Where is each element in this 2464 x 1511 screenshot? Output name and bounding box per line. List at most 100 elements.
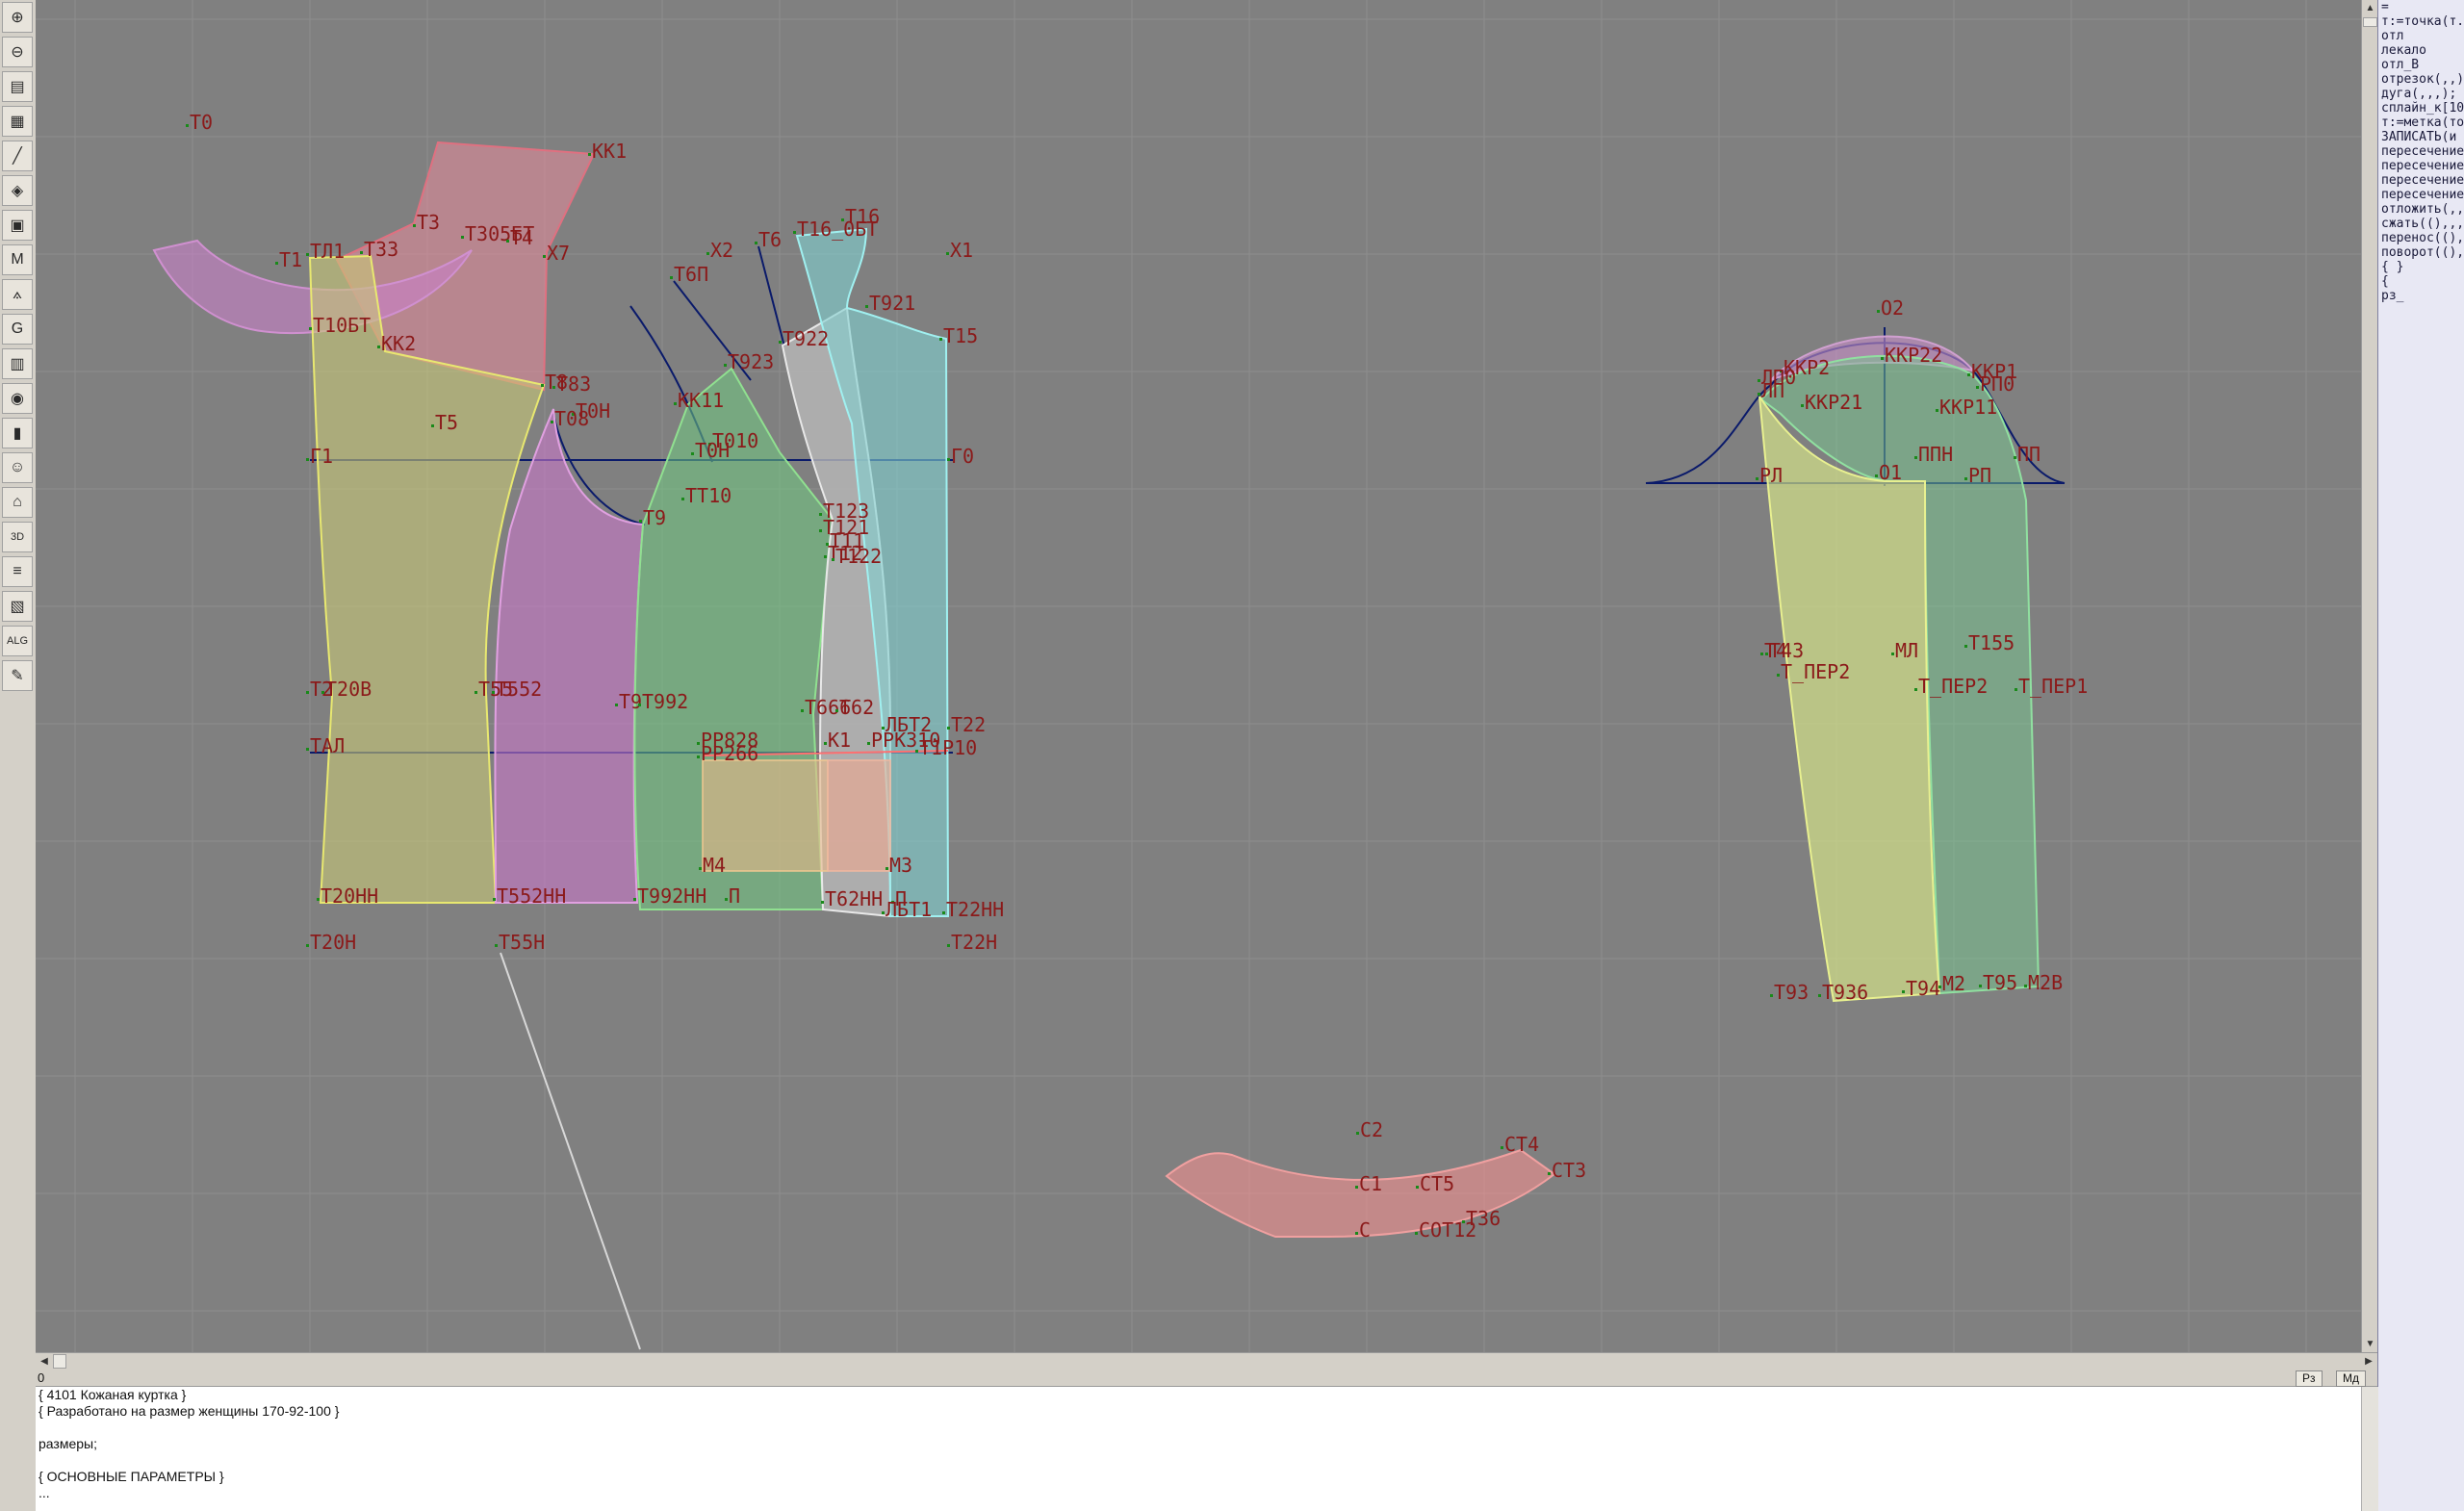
command-item[interactable]: отложить(,,) — [2378, 202, 2464, 217]
command-item[interactable]: сжать((),,,1.1 — [2378, 217, 2464, 231]
editor-line[interactable]: размеры; — [36, 1436, 2361, 1452]
point-label[interactable]: РП — [1968, 464, 1991, 487]
point-label[interactable]: Т9 — [619, 690, 642, 713]
algorithm-icon[interactable]: ALG — [2, 626, 33, 656]
point-label[interactable]: Т4 — [1764, 639, 1787, 662]
point-label[interactable]: М2В — [2028, 971, 2063, 994]
point-label[interactable]: Х2 — [710, 239, 733, 262]
camera-icon[interactable]: ◉ — [2, 383, 33, 414]
point-label[interactable]: ТЛ1 — [310, 240, 345, 263]
editor-line[interactable]: { ОСНОВНЫЕ ПАРАМЕТРЫ } — [36, 1469, 2361, 1485]
command-item[interactable]: дуга(,,,); — [2378, 87, 2464, 101]
point-label[interactable]: Т9 — [643, 506, 666, 529]
point-label[interactable]: Т36 — [1466, 1207, 1501, 1230]
point-label[interactable]: ЛБТ1 — [886, 898, 932, 921]
command-item[interactable]: отл_В — [2378, 58, 2464, 72]
line-tool-icon[interactable]: ╱ — [2, 141, 33, 171]
layers-icon[interactable]: ▧ — [2, 591, 33, 622]
point-label[interactable]: КК2 — [381, 332, 416, 355]
point-label[interactable]: Т16_0БТ — [797, 218, 878, 241]
point-label[interactable]: ТТ10 — [685, 484, 732, 507]
drawing-canvas[interactable]: Т0 КК1 Т3 Т305БТ Т4 Х7 Т1 ТЛ1 Т33 Х2 Т6 Т16 Т16_0БТ Х… — [36, 0, 2361, 1352]
pocket-flap-piece[interactable] — [827, 759, 891, 872]
point-label[interactable]: Т552НН — [497, 884, 566, 908]
editor-line[interactable]: { 4101 Кожаная куртка } — [36, 1387, 2361, 1403]
point-label[interactable]: Х7 — [547, 242, 570, 265]
command-item[interactable]: пересечение — [2378, 144, 2464, 159]
point-label[interactable]: ТАЛ — [310, 734, 345, 757]
compass-icon[interactable]: ⟑ — [2, 279, 33, 310]
model-face-icon[interactable]: ☺ — [2, 452, 33, 483]
point-label[interactable]: Г0 — [951, 445, 974, 468]
point-label[interactable]: РР266 — [701, 742, 758, 765]
editor-line[interactable] — [36, 1420, 2361, 1436]
point-label[interactable]: Т_ПЕР1 — [2018, 675, 2088, 698]
point-label[interactable]: ППН — [1918, 443, 1953, 466]
mannequin-icon[interactable]: ⌂ — [2, 487, 33, 518]
point-label[interactable]: Т10БТ — [313, 314, 371, 337]
point-label[interactable]: Т155 — [1968, 631, 2015, 654]
point-label[interactable]: Т20НН — [321, 884, 378, 908]
point-label[interactable]: С — [1359, 1218, 1371, 1242]
grid-icon[interactable]: ▦ — [2, 106, 33, 137]
editor-line[interactable] — [36, 1452, 2361, 1469]
point-label[interactable]: Т992 — [642, 690, 688, 713]
point-label[interactable]: С2 — [1360, 1118, 1383, 1141]
point-label[interactable]: Т_ПЕР2 — [1781, 660, 1850, 683]
point-label[interactable]: Т0Н — [695, 439, 730, 462]
editor-line[interactable]: ... — [36, 1485, 2361, 1501]
editor-line[interactable]: { Разработано на размер женщины 170-92-1… — [36, 1403, 2361, 1420]
point-label[interactable]: Т552 — [496, 678, 542, 701]
point-label[interactable]: Т22НН — [946, 898, 1004, 921]
command-item[interactable]: поворот((),,, — [2378, 245, 2464, 260]
command-item[interactable]: т:=метка(точ — [2378, 115, 2464, 130]
horizontal-scroll-thumb[interactable] — [53, 1354, 66, 1369]
point-label[interactable]: ККР22 — [1885, 344, 1942, 367]
script-editor[interactable]: { 4101 Кожаная куртка }{ Разработано на … — [36, 1387, 2361, 1511]
point-label[interactable]: СТ3 — [1552, 1159, 1586, 1182]
point-label[interactable]: Т_ПЕР2 — [1918, 675, 1988, 698]
point-label[interactable]: Т6 — [758, 228, 782, 251]
point-label[interactable]: КК1 — [592, 140, 627, 163]
point-label[interactable]: С1 — [1359, 1172, 1382, 1195]
command-item[interactable]: рз_ — [2378, 289, 2464, 303]
command-item[interactable]: лекало — [2378, 43, 2464, 58]
scroll-left-icon[interactable]: ◀ — [36, 1353, 53, 1370]
point-label[interactable]: М4 — [703, 854, 726, 877]
point-label[interactable]: Т20В — [325, 678, 372, 701]
command-palette-panel[interactable]: =т:=точка(т.х;отллекалоотл_Вотрезок(,,);… — [2377, 0, 2464, 1511]
grade-icon[interactable]: G — [2, 314, 33, 345]
point-label[interactable]: МЛ — [1895, 639, 1918, 662]
point-label[interactable]: Т33 — [364, 238, 398, 261]
calculator-icon[interactable]: ▥ — [2, 348, 33, 379]
command-item[interactable]: { — [2378, 274, 2464, 289]
point-label[interactable]: Т936 — [1822, 981, 1868, 1004]
pattern-piece-icon[interactable]: ▤ — [2, 71, 33, 102]
command-item[interactable]: т:=точка(т.х; — [2378, 14, 2464, 29]
sleeve-front-piece[interactable] — [1758, 396, 1941, 1003]
command-item[interactable]: { } — [2378, 260, 2464, 274]
point-label[interactable]: Т22 — [951, 713, 986, 736]
point-label[interactable]: Г1 — [310, 445, 333, 468]
command-item[interactable]: ЗАПИСАТЬ(и — [2378, 130, 2464, 144]
command-item[interactable]: перенос((),от — [2378, 231, 2464, 245]
side-back-piece[interactable] — [494, 408, 645, 904]
command-item[interactable]: отл — [2378, 29, 2464, 43]
size-button[interactable]: Рз — [2296, 1370, 2323, 1387]
zoom-in-icon[interactable]: ⊕ — [2, 2, 33, 33]
zoom-out-icon[interactable]: ⊖ — [2, 37, 33, 67]
point-label[interactable]: Т992НН — [637, 884, 706, 908]
point-label[interactable]: СТ4 — [1504, 1133, 1539, 1156]
point-label[interactable]: М2 — [1942, 972, 1965, 995]
point-label[interactable]: Т22Н — [951, 931, 997, 954]
command-item[interactable]: отрезок(,,); — [2378, 72, 2464, 87]
point-label[interactable]: Т5 — [435, 411, 458, 434]
point-label[interactable]: Т921 — [869, 292, 915, 315]
point-label[interactable]: ККР21 — [1805, 391, 1862, 414]
point-label[interactable]: КК11 — [678, 389, 724, 412]
model-button[interactable]: Мд — [2336, 1370, 2366, 1387]
point-label[interactable]: РП0 — [1980, 372, 2015, 396]
point-label[interactable]: М3 — [889, 854, 912, 877]
point-label[interactable]: Т0 — [190, 111, 213, 134]
point-label[interactable]: Т923 — [728, 350, 774, 373]
